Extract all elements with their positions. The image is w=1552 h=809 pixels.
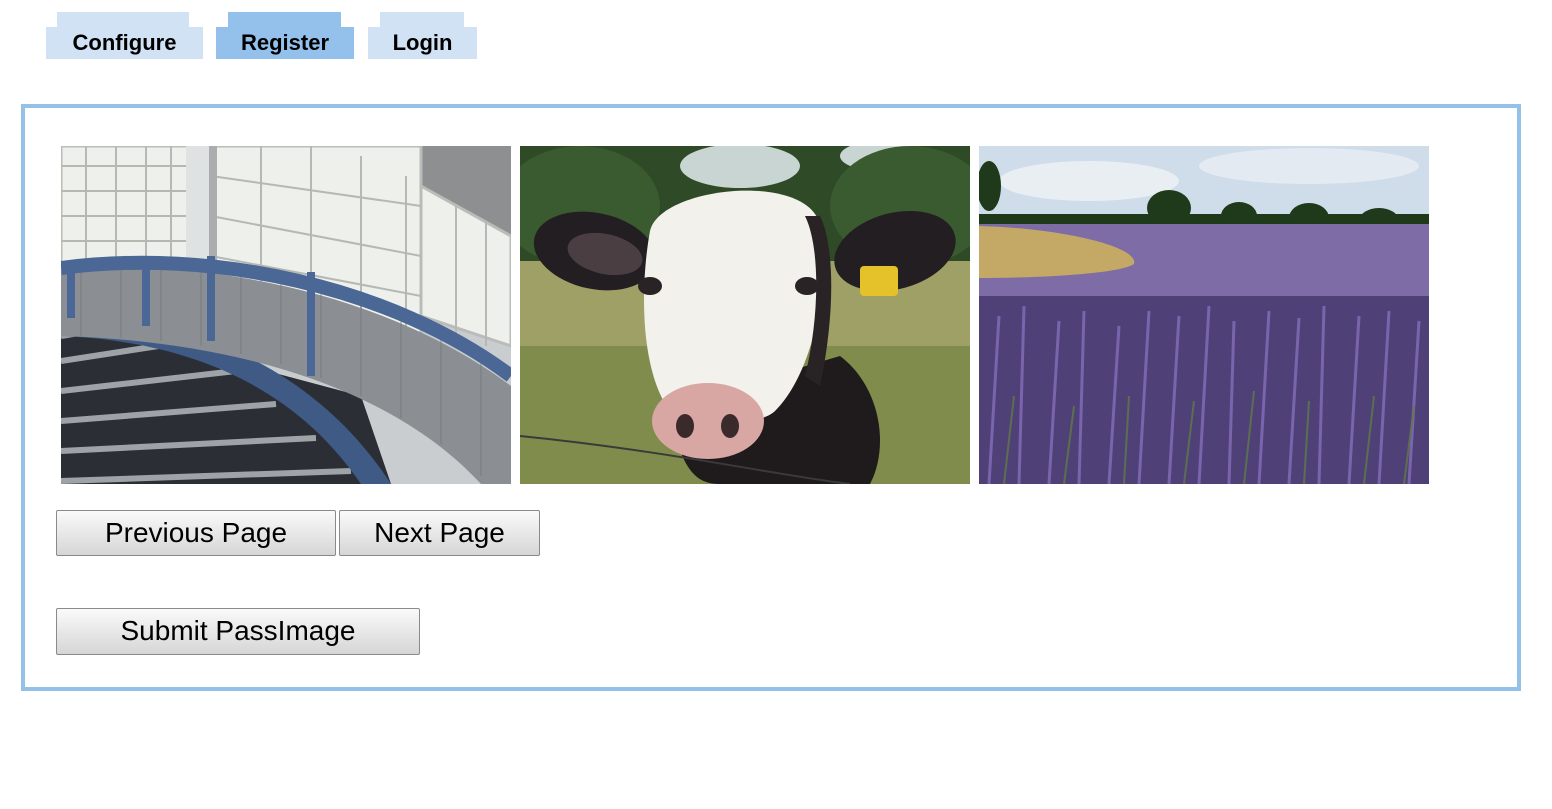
passimage-cow[interactable] (520, 146, 970, 484)
submit-passimage-button[interactable]: Submit PassImage (56, 608, 420, 655)
tab-flap (380, 12, 464, 28)
passimage-lavender[interactable] (979, 146, 1429, 484)
passimage-staircase[interactable] (61, 146, 511, 484)
lavender-picture (979, 146, 1429, 484)
tab-configure-label[interactable]: Configure (46, 27, 203, 59)
tab-flap (57, 12, 189, 28)
tab-flap (228, 12, 341, 28)
tab-login-label[interactable]: Login (368, 27, 477, 59)
previous-page-button[interactable]: Previous Page (56, 510, 336, 556)
tab-register-label[interactable]: Register (216, 27, 354, 59)
staircase-picture (61, 146, 511, 484)
next-page-button[interactable]: Next Page (339, 510, 540, 556)
cow-picture (520, 146, 970, 484)
